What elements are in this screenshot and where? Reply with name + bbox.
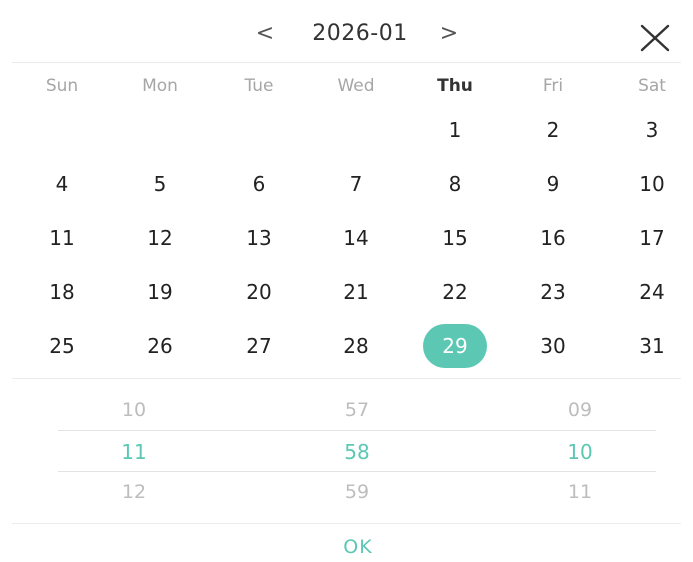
second-option-prev[interactable]: 09 (520, 390, 640, 430)
minute-option-selected[interactable]: 58 (297, 432, 417, 472)
calendar-grid: 1 2 3 4 5 6 7 8 9 10 11 12 13 14 15 16 17 18 19 20 21 22 23 24 2… (0, 0, 693, 380)
day-cell[interactable]: 31 (620, 324, 684, 368)
day-cell[interactable]: 27 (227, 324, 291, 368)
minute-option-next[interactable]: 59 (297, 472, 417, 512)
hour-option-next[interactable]: 12 (74, 472, 194, 512)
date-time-picker: < 2026-01 > Sun Mon Tue Wed Thu Fri Sat 123456… (0, 0, 693, 561)
day-cell[interactable]: 11 (30, 216, 94, 260)
time-wheel: 10 11 12 57 58 59 09 10 11 (0, 386, 693, 512)
day-cell[interactable]: 15 (423, 216, 487, 260)
day-cell[interactable]: 3 (620, 108, 684, 152)
day-cell[interactable]: 2 (521, 108, 585, 152)
minute-wheel[interactable]: 57 58 59 (297, 386, 417, 512)
day-cell[interactable]: 23 (521, 270, 585, 314)
day-cell[interactable]: 5 (128, 162, 192, 206)
hour-option-prev[interactable]: 10 (74, 390, 194, 430)
day-cell[interactable]: 8 (423, 162, 487, 206)
day-cell[interactable]: 1 (423, 108, 487, 152)
day-cell[interactable]: 4 (30, 162, 94, 206)
day-cell[interactable]: 24 (620, 270, 684, 314)
day-cell[interactable]: 12 (128, 216, 192, 260)
day-cell[interactable]: 10 (620, 162, 684, 206)
day-cell[interactable]: 18 (30, 270, 94, 314)
second-option-selected[interactable]: 10 (520, 432, 640, 472)
second-option-next[interactable]: 11 (520, 472, 640, 512)
day-cell[interactable]: 26 (128, 324, 192, 368)
day-cell[interactable]: 28 (324, 324, 388, 368)
day-cell[interactable]: 9 (521, 162, 585, 206)
day-cell[interactable]: 14 (324, 216, 388, 260)
ok-button[interactable]: OK (308, 532, 408, 562)
day-cell[interactable]: 30 (521, 324, 585, 368)
hour-wheel[interactable]: 10 11 12 (74, 386, 194, 512)
day-cell[interactable]: 22 (423, 270, 487, 314)
day-cell[interactable]: 7 (324, 162, 388, 206)
minute-option-prev[interactable]: 57 (297, 390, 417, 430)
day-cell[interactable]: 16 (521, 216, 585, 260)
calendar-divider (12, 378, 681, 379)
day-cell[interactable]: 25 (30, 324, 94, 368)
day-cell[interactable]: 21 (324, 270, 388, 314)
second-wheel[interactable]: 09 10 11 (520, 386, 640, 512)
day-cell-selected[interactable]: 29 (423, 324, 487, 368)
day-cell[interactable]: 20 (227, 270, 291, 314)
day-cell[interactable]: 6 (227, 162, 291, 206)
footer-divider (12, 523, 681, 524)
day-cell[interactable]: 19 (128, 270, 192, 314)
day-cell[interactable]: 13 (227, 216, 291, 260)
day-cell[interactable]: 17 (620, 216, 684, 260)
hour-option-selected[interactable]: 11 (74, 432, 194, 472)
